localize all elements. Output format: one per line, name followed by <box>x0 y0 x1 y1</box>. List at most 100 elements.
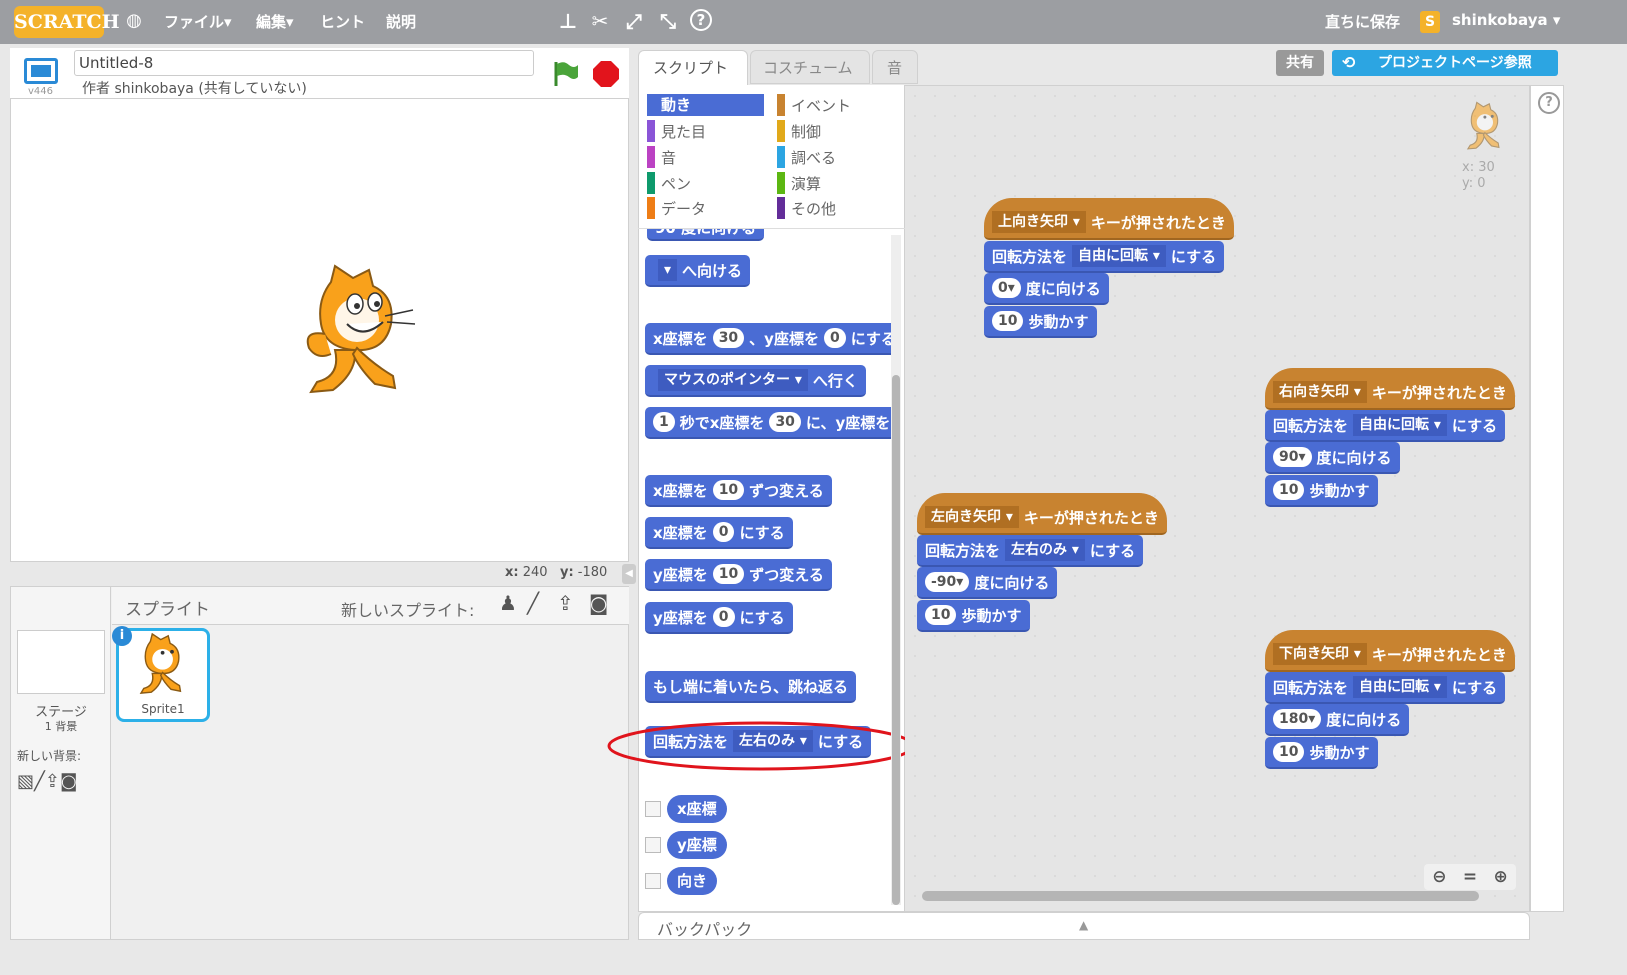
right-move-block[interactable]: 10 歩動かす <box>1265 475 1378 507</box>
left-rotation-style-block[interactable]: 回転方法を 左右のみ ▾ にする <box>917 535 1144 567</box>
scratch-logo[interactable]: SCRATCH <box>14 6 120 38</box>
down-point-direction-block[interactable]: 180▾ 度に向ける <box>1265 704 1410 736</box>
right-rotation-dropdown[interactable]: 自由に回転 ▾ <box>1353 414 1447 436</box>
duplicate-stamp-icon[interactable]: ⊥ <box>556 9 580 33</box>
x-position-reporter[interactable]: x座標 <box>667 795 727 823</box>
point-in-direction-block-partial[interactable]: 90 度に向ける <box>647 229 765 241</box>
category-operators[interactable]: 演算 <box>777 172 821 194</box>
up-move-block[interactable]: 10 歩動かす <box>984 306 1097 338</box>
sprite-info-icon[interactable]: i <box>112 626 132 646</box>
shrink-icon[interactable]: ⤡ <box>656 9 680 33</box>
stop-icon[interactable] <box>592 60 620 88</box>
x-position-checkbox[interactable] <box>645 801 661 817</box>
left-rotation-dropdown[interactable]: 左右のみ ▾ <box>1005 539 1085 561</box>
up-point-direction-block[interactable]: 0▾ 度に向ける <box>984 273 1109 305</box>
glide-x-input[interactable]: 30 <box>769 412 801 432</box>
left-steps-input[interactable]: 10 <box>925 605 957 625</box>
stage-canvas[interactable] <box>10 98 629 562</box>
when-up-key-pressed-hat[interactable]: 上向き矢印 ▾ キーが押されたとき <box>984 198 1234 240</box>
change-x-input[interactable]: 10 <box>712 480 745 500</box>
category-looks[interactable]: 見た目 <box>647 120 706 142</box>
up-steps-input[interactable]: 10 <box>992 311 1024 331</box>
down-direction-input[interactable]: 180▾ <box>1273 709 1322 729</box>
globe-icon[interactable]: ◍ <box>122 9 146 33</box>
left-point-direction-block[interactable]: -90▾ 度に向ける <box>917 567 1058 599</box>
up-rotation-dropdown[interactable]: 自由に回転 ▾ <box>1072 245 1166 267</box>
go-to-block[interactable]: マウスのポインター ▾ へ行く <box>645 365 866 397</box>
upload-backdrop-icon[interactable]: ⇪ <box>45 771 60 792</box>
direction-checkbox[interactable] <box>645 873 661 889</box>
right-rotation-style-block[interactable]: 回転方法を 自由に回転 ▾ にする <box>1265 410 1506 442</box>
left-move-block[interactable]: 10 歩動かす <box>917 600 1030 632</box>
y-position-reporter[interactable]: y座標 <box>667 831 727 859</box>
y-position-checkbox[interactable] <box>645 837 661 853</box>
upload-sprite-icon[interactable]: ⇪ <box>557 591 574 615</box>
script-area-h-scrollbar[interactable] <box>922 891 1479 901</box>
down-key-dropdown[interactable]: 下向き矢印 ▾ <box>1273 643 1367 665</box>
presentation-mode-icon[interactable] <box>24 58 58 84</box>
change-x-block[interactable]: x座標を 10 ずつ変える <box>645 475 832 507</box>
right-key-dropdown[interactable]: 右向き矢印 ▾ <box>1273 381 1367 403</box>
right-point-direction-block[interactable]: 90▾ 度に向ける <box>1265 442 1400 474</box>
go-to-xy-block[interactable]: x座標を 30 、y座標を 0 にする <box>645 323 891 355</box>
up-direction-input[interactable]: 0▾ <box>992 278 1021 298</box>
stage-collapse-button[interactable]: ◀ <box>622 564 636 584</box>
change-y-input[interactable]: 10 <box>712 564 745 584</box>
up-rotation-style-block[interactable]: 回転方法を 自由に回転 ▾ にする <box>984 241 1225 273</box>
left-direction-input[interactable]: -90▾ <box>925 572 970 592</box>
point-towards-block[interactable]: ▾ へ向ける <box>645 255 751 287</box>
cat-sprite-on-stage[interactable] <box>295 264 425 396</box>
stage-thumbnail[interactable] <box>17 630 105 694</box>
delete-scissors-icon[interactable]: ✂ <box>588 9 612 33</box>
set-y-block[interactable]: y座標を 0 にする <box>645 602 793 634</box>
paint-new-sprite-icon[interactable]: ╱ <box>527 591 539 615</box>
sprite1-tile[interactable]: Sprite1 <box>116 628 210 722</box>
save-now-link[interactable]: 直ちに保存 <box>1325 11 1400 32</box>
category-motion[interactable]: 動き <box>647 94 764 116</box>
set-x-block[interactable]: x座標を 0 にする <box>645 517 793 549</box>
right-steps-input[interactable]: 10 <box>1273 480 1305 500</box>
zoom-out-icon[interactable]: ⊖ <box>1432 867 1446 887</box>
category-more[interactable]: その他 <box>777 197 836 219</box>
category-pen[interactable]: ペン <box>647 172 691 194</box>
project-title-input[interactable] <box>74 50 534 76</box>
when-left-key-pressed-hat[interactable]: 左向き矢印 ▾ キーが押されたとき <box>917 493 1167 535</box>
down-steps-input[interactable]: 10 <box>1273 742 1305 762</box>
bounce-on-edge-block[interactable]: もし端に着いたら、跳ね返る <box>645 671 857 703</box>
tips-help-icon[interactable]: ? <box>1538 92 1560 114</box>
glide-block[interactable]: 1 秒でx座標を 30 に、y座標を <box>645 407 891 439</box>
palette-scrollbar-thumb[interactable] <box>892 375 900 905</box>
right-direction-input[interactable]: 90▾ <box>1273 447 1312 467</box>
tab-costumes[interactable]: コスチューム <box>750 50 870 84</box>
file-menu[interactable]: ファイル▾ <box>164 11 232 32</box>
category-control[interactable]: 制御 <box>777 120 821 142</box>
goto-target-dropdown[interactable]: マウスのポインター ▾ <box>658 369 808 391</box>
set-y-input[interactable]: 0 <box>712 607 735 627</box>
backpack-bar[interactable]: バックパック ▲ <box>638 912 1530 940</box>
zoom-reset-icon[interactable]: = <box>1463 867 1477 887</box>
user-avatar[interactable]: S <box>1420 11 1440 33</box>
share-button[interactable]: 共有 <box>1276 50 1324 76</box>
green-flag-icon[interactable] <box>552 60 580 88</box>
camera-sprite-icon[interactable]: ◙ <box>589 591 608 615</box>
sprite-library-icon[interactable]: ♟ <box>499 591 517 615</box>
category-events[interactable]: イベント <box>777 94 851 116</box>
category-sensing[interactable]: 調べる <box>777 146 836 168</box>
tab-scripts[interactable]: スクリプト <box>638 50 748 86</box>
category-data[interactable]: データ <box>647 197 706 219</box>
when-down-key-pressed-hat[interactable]: 下向き矢印 ▾ キーが押されたとき <box>1265 630 1515 672</box>
glide-secs-input[interactable]: 1 <box>653 412 675 432</box>
edit-menu[interactable]: 編集▾ <box>256 11 294 32</box>
see-project-page-button[interactable]: ⟲ プロジェクトページ参照 <box>1332 50 1558 76</box>
when-right-key-pressed-hat[interactable]: 右向き矢印 ▾ キーが押されたとき <box>1265 368 1515 410</box>
backdrop-library-icon[interactable]: ▧ <box>17 771 34 792</box>
down-move-block[interactable]: 10 歩動かす <box>1265 737 1378 769</box>
paint-backdrop-icon[interactable]: ╱ <box>34 771 45 792</box>
hint-menu[interactable]: ヒント <box>320 11 365 32</box>
zoom-in-icon[interactable]: ⊕ <box>1494 867 1508 887</box>
about-menu[interactable]: 説明 <box>386 11 416 32</box>
change-y-block[interactable]: y座標を 10 ずつ変える <box>645 559 832 591</box>
backpack-expand-icon[interactable]: ▲ <box>1079 918 1088 932</box>
direction-reporter[interactable]: 向き <box>667 867 718 895</box>
set-x-input[interactable]: 0 <box>712 522 735 542</box>
